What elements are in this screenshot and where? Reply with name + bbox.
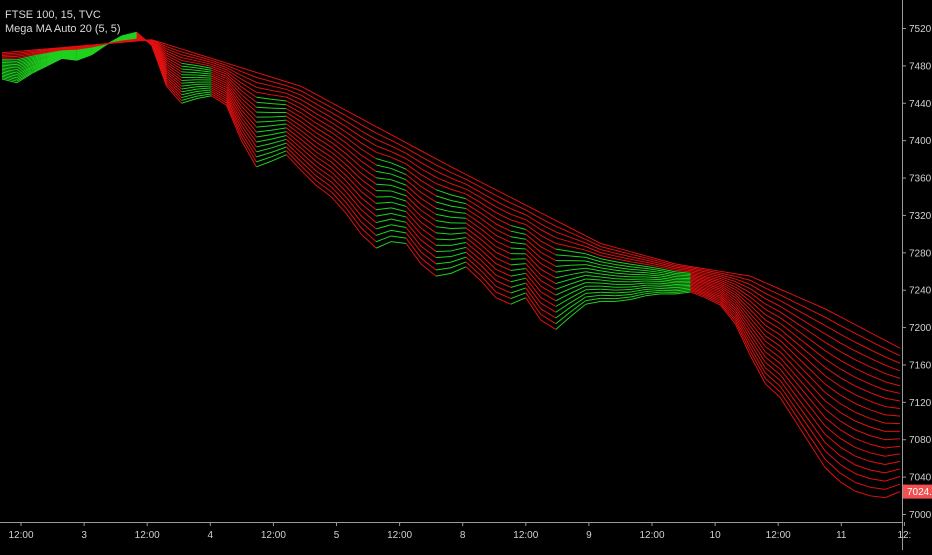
time-axis-label: 3 <box>81 530 87 541</box>
ma-9-segment <box>616 279 631 280</box>
ma-12-segment <box>571 265 586 266</box>
time-axis-label: 10 <box>710 530 722 541</box>
ma-13-segment <box>2 62 17 63</box>
time-axis-label: 12:00 <box>766 530 791 541</box>
price-axis-label: 7520.0 <box>909 24 932 35</box>
price-axis-label: 7320.0 <box>909 211 932 222</box>
price-axis-label: 7040.0 <box>909 473 932 484</box>
time-axis-label: 12:00 <box>387 530 412 541</box>
ma-9-segment <box>451 228 466 229</box>
price-axis-label: 7480.0 <box>909 61 932 72</box>
ma-5-segment <box>616 289 631 290</box>
indicator-title[interactable]: Mega MA Auto 20 (5, 5) <box>5 22 121 36</box>
price-axis-label: 7200.0 <box>909 323 932 334</box>
ma-12-segment <box>676 277 691 278</box>
ma-17-segment <box>2 56 17 57</box>
chart-background <box>0 0 932 550</box>
time-axis-label: 12:00 <box>135 530 160 541</box>
price-axis-label: 7000.0 <box>909 510 932 521</box>
price-axis-label: 7120.0 <box>909 398 932 409</box>
time-axis-label: 5 <box>334 530 340 541</box>
ma-7-segment <box>586 283 601 284</box>
ma-7-segment <box>436 239 451 240</box>
time-axis-label: 12:00 <box>8 530 33 541</box>
price-axis-label: 7240.0 <box>909 286 932 297</box>
chart-legend: FTSE 100, 15, TVC Mega MA Auto 20 (5, 5) <box>5 8 121 36</box>
ma-4-segment <box>661 289 676 290</box>
time-axis-label: 12:00 <box>513 530 538 541</box>
ma-9-segment <box>511 259 526 260</box>
price-axis-label: 7360.0 <box>909 174 932 185</box>
time-axis-label: 12: <box>897 530 911 541</box>
time-axis-label: 12:00 <box>639 530 664 541</box>
ma-9-segment <box>646 279 661 280</box>
time-axis-label: 8 <box>460 530 466 541</box>
time-axis-label: 12:00 <box>261 530 286 541</box>
ma-5-segment <box>436 251 451 252</box>
price-axis-label: 7080.0 <box>909 435 932 446</box>
ma-4-segment <box>601 292 616 293</box>
time-axis-label: 9 <box>586 530 592 541</box>
ma-11-segment <box>271 116 286 117</box>
ma-5-segment <box>586 289 601 290</box>
time-axis-label: 11 <box>836 530 847 541</box>
chart-canvas[interactable]: 7520.0 7480.0 7440.0 7400.0 7360.0 7320.0 7280… <box>0 0 932 550</box>
time-axis-label: 4 <box>208 530 214 541</box>
ma-7-segment <box>676 284 691 285</box>
price-axis-label: 7160.0 <box>909 360 932 371</box>
price-axis-label: 7440.0 <box>909 99 932 110</box>
price-axis-label: 7280.0 <box>909 248 932 259</box>
symbol-title[interactable]: FTSE 100, 15, TVC <box>5 8 121 22</box>
ma-13-segment <box>271 108 286 109</box>
ma-10-segment <box>885 423 900 424</box>
ma-5-segment <box>646 287 661 288</box>
price-axis-label: 7400.0 <box>909 136 932 147</box>
last-price-label: 7024.5 <box>907 487 932 498</box>
chart-area[interactable]: FTSE 100, 15, TVC Mega MA Auto 20 (5, 5)… <box>0 0 932 550</box>
